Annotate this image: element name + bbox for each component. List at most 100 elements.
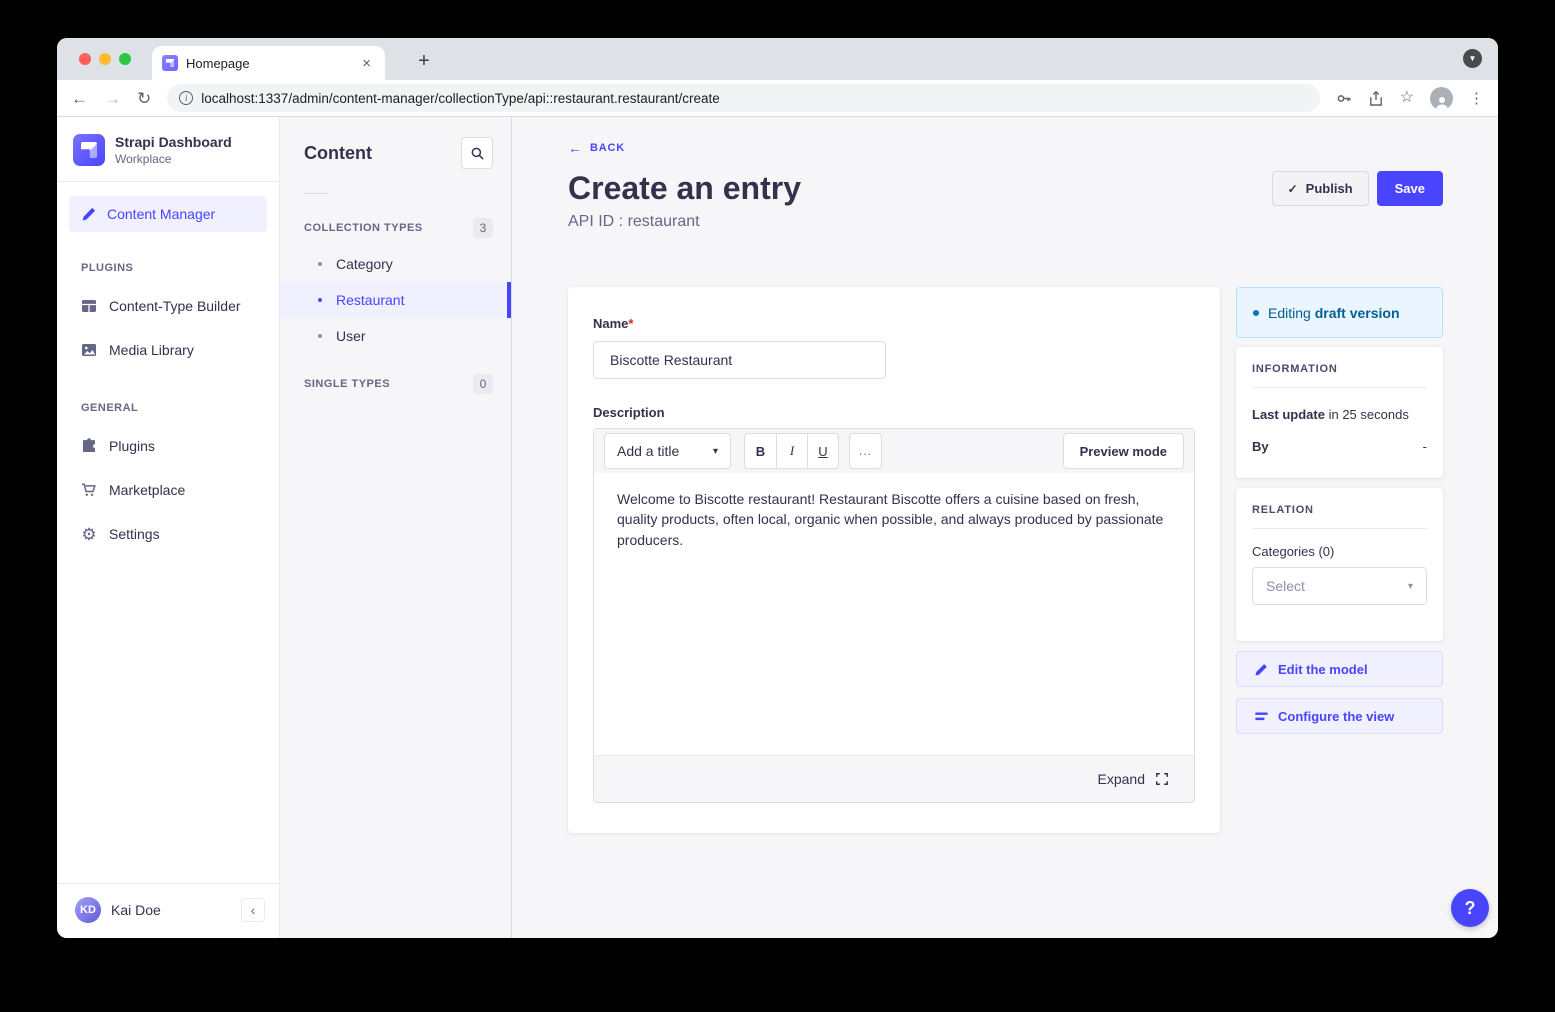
description-text: Welcome to Biscotte restaurant! Restaura… [617, 489, 1171, 550]
strapi-favicon-icon [162, 55, 178, 71]
underline-button[interactable]: U [807, 434, 838, 468]
subnav-item-label: Category [336, 256, 393, 272]
bold-button[interactable]: B [745, 434, 776, 468]
preview-mode-button[interactable]: Preview mode [1063, 433, 1184, 469]
url-text: localhost:1337/admin/content-manager/col… [201, 91, 720, 106]
sidebar-item-content-manager[interactable]: Content Manager [69, 196, 267, 232]
name-field-label: Name* [593, 316, 633, 331]
password-key-icon[interactable] [1336, 90, 1352, 106]
reload-icon[interactable]: ↻ [137, 90, 151, 107]
editor-toolbar: Add a title ▾ B I U ... Preview mode [594, 429, 1194, 473]
url-bar[interactable]: i localhost:1337/admin/content-manager/c… [167, 84, 1319, 112]
content-subnav: Content COLLECTION TYPES 3 Category Rest… [280, 117, 512, 938]
publish-button[interactable]: ✓ Publish [1272, 171, 1369, 206]
layout-icon [81, 298, 97, 314]
format-button-group: B I U [744, 433, 839, 469]
subnav-item-restaurant[interactable]: Restaurant [280, 282, 511, 318]
page-title: Create an entry [568, 169, 801, 207]
expand-label: Expand [1098, 771, 1145, 787]
save-button[interactable]: Save [1377, 171, 1443, 206]
sidebar-item-label: Content-Type Builder [109, 298, 241, 314]
sidebar-section-general: GENERAL [81, 402, 279, 414]
entry-form-card: Name* Description Add a title ▾ B [568, 287, 1220, 833]
expand-icon[interactable] [1154, 771, 1170, 787]
back-link[interactable]: ← BACK [568, 141, 1443, 155]
user-avatar[interactable]: KD [75, 897, 101, 923]
categories-select[interactable]: Select ▾ [1252, 567, 1427, 605]
by-row: By - [1252, 439, 1427, 454]
cart-icon [81, 482, 97, 498]
information-header: INFORMATION [1252, 363, 1427, 375]
site-info-icon[interactable]: i [179, 91, 193, 105]
select-placeholder: Select [1266, 578, 1305, 594]
relation-panel: RELATION Categories (0) Select ▾ [1236, 488, 1443, 641]
sidebar-item-marketplace[interactable]: Marketplace [57, 468, 279, 512]
sidebar-item-label: Marketplace [109, 482, 185, 498]
configure-icon [1253, 708, 1269, 724]
edit-model-button[interactable]: Edit the model [1236, 651, 1443, 687]
subnav-item-user[interactable]: User [280, 318, 511, 354]
by-value: - [1423, 439, 1427, 454]
bookmark-star-icon[interactable]: ☆ [1400, 90, 1414, 106]
name-input[interactable] [593, 341, 886, 379]
bullet-icon [318, 334, 322, 338]
close-window-button[interactable] [79, 53, 91, 65]
minimize-window-button[interactable] [99, 53, 111, 65]
sidebar-item-media-library[interactable]: Media Library [57, 328, 279, 372]
italic-button[interactable]: I [776, 434, 807, 468]
sidebar-divider [57, 181, 279, 182]
tab-close-icon[interactable]: × [358, 54, 375, 73]
back-nav-icon[interactable]: ← [71, 90, 88, 107]
sidebar-item-plugins[interactable]: Plugins [57, 424, 279, 468]
single-types-badge: 0 [473, 374, 493, 394]
browser-tab[interactable]: Homepage × [152, 46, 385, 80]
add-title-label: Add a title [617, 443, 679, 459]
browser-menu-icon[interactable]: ⋮ [1469, 89, 1484, 107]
bullet-icon [318, 298, 322, 302]
forward-nav-icon[interactable]: → [104, 90, 121, 107]
back-label: BACK [590, 142, 625, 154]
last-update-label: Last update [1252, 407, 1325, 422]
toolbar-actions: ☆ ⋮ [1336, 87, 1484, 110]
puzzle-icon [81, 438, 97, 454]
brand-subtitle: Workplace [115, 152, 232, 166]
panel-divider [1252, 528, 1427, 529]
browser-profile-chevron-icon[interactable]: ▼ [1463, 49, 1482, 68]
share-icon[interactable] [1368, 90, 1384, 106]
search-button[interactable] [461, 137, 493, 169]
zoom-window-button[interactable] [119, 53, 131, 65]
browser-avatar-icon[interactable] [1430, 87, 1453, 110]
sidebar-item-label: Plugins [109, 438, 155, 454]
image-icon [81, 342, 97, 358]
bullet-icon [318, 262, 322, 266]
new-tab-button[interactable]: + [410, 47, 438, 75]
help-button[interactable]: ? [1451, 889, 1489, 927]
more-formats-button[interactable]: ... [849, 433, 882, 469]
brand: Strapi Dashboard Workplace [57, 117, 279, 181]
collection-types-list: Category Restaurant User [280, 246, 511, 354]
save-label: Save [1395, 181, 1425, 196]
single-types-header: SINGLE TYPES [304, 378, 390, 390]
tab-title: Homepage [186, 56, 350, 71]
description-textarea[interactable]: Welcome to Biscotte restaurant! Restaura… [594, 473, 1194, 755]
sidebar-item-content-type-builder[interactable]: Content-Type Builder [57, 284, 279, 328]
description-field-label: Description [593, 405, 1195, 420]
collapse-sidebar-button[interactable]: ‹ [241, 898, 265, 922]
last-update-value: in 25 seconds [1329, 407, 1409, 422]
browser-window: Homepage × + ▼ ← → ↻ i localhost:1337/ad… [57, 38, 1498, 938]
main-content: ← BACK Create an entry API ID : restaura… [512, 117, 1498, 938]
categories-label: Categories (0) [1252, 544, 1427, 559]
chevron-down-icon: ▾ [1408, 581, 1413, 592]
pencil-icon [1253, 661, 1269, 677]
subnav-item-category[interactable]: Category [280, 246, 511, 282]
draft-status-banner: Editing draft version [1236, 287, 1443, 338]
user-name: Kai Doe [111, 902, 231, 918]
sidebar-footer: KD Kai Doe ‹ [57, 883, 279, 938]
active-indicator [507, 282, 511, 318]
configure-view-button[interactable]: Configure the view [1236, 698, 1443, 734]
add-title-dropdown[interactable]: Add a title ▾ [604, 433, 731, 469]
status-dot-icon [1253, 310, 1259, 316]
entry-aside: Editing draft version INFORMATION Last u… [1236, 287, 1443, 734]
sidebar-item-settings[interactable]: ⚙ Settings [57, 512, 279, 556]
subnav-divider [304, 193, 328, 194]
